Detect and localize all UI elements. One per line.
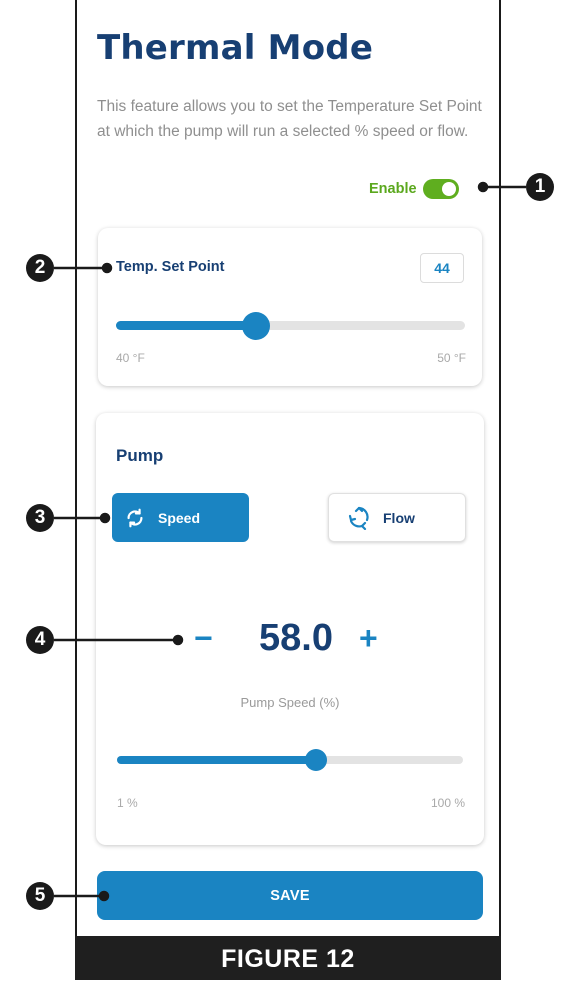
- pump-speed-caption: Pump Speed (%): [240, 695, 340, 710]
- pump-slider-fill: [117, 756, 317, 764]
- callout-number-5: 5: [26, 882, 54, 910]
- pump-card: Pump Speed Flow − 58.0 + Pump Speed (%) …: [96, 413, 484, 845]
- enable-label: Enable: [369, 181, 417, 197]
- temp-set-point-card: Temp. Set Point 44 40 °F 50 °F: [98, 228, 482, 386]
- recycle-arrows-icon: [348, 506, 369, 530]
- flow-mode-label: Flow: [383, 509, 415, 526]
- save-button[interactable]: SAVE: [97, 871, 483, 920]
- callout-number-4: 4: [26, 626, 54, 654]
- rotate-arrows-icon: [127, 508, 143, 527]
- figure-caption: FIGURE 12: [75, 936, 501, 980]
- callout-number-1: 1: [526, 173, 554, 201]
- temp-slider[interactable]: [116, 311, 465, 340]
- decrement-button[interactable]: −: [194, 613, 213, 663]
- pump-speed-value: 58.0: [259, 617, 333, 659]
- callout-number-3: 3: [26, 504, 54, 532]
- temp-set-point-value[interactable]: 44: [420, 253, 464, 283]
- enable-toggle[interactable]: [422, 179, 459, 199]
- app-screen: Thermal Mode This feature allows you to …: [75, 0, 501, 936]
- temp-slider-fill: [116, 321, 256, 330]
- pump-speed-stepper: − 58.0 +: [96, 613, 484, 663]
- temp-set-point-label: Temp. Set Point: [116, 259, 225, 275]
- pump-slider-thumb[interactable]: [305, 749, 328, 771]
- pump-speed-slider[interactable]: [117, 749, 463, 771]
- temp-min-label: 40 °F: [116, 351, 145, 365]
- pump-title: Pump: [116, 446, 164, 465]
- callout-number-2: 2: [26, 254, 54, 282]
- temp-max-label: 50 °F: [437, 351, 466, 365]
- speed-mode-label: Speed: [158, 509, 201, 526]
- flow-mode-button[interactable]: Flow: [328, 493, 466, 542]
- increment-button[interactable]: +: [359, 613, 378, 663]
- toggle-knob: [441, 182, 456, 196]
- pump-min-label: 1 %: [117, 796, 138, 810]
- page-title: Thermal Mode: [97, 28, 374, 68]
- feature-description: This feature allows you to set the Tempe…: [97, 98, 482, 140]
- speed-mode-button[interactable]: Speed: [112, 493, 249, 542]
- temp-slider-thumb[interactable]: [241, 311, 270, 340]
- enable-row: Enable: [369, 179, 459, 199]
- pump-max-label: 100 %: [430, 796, 465, 810]
